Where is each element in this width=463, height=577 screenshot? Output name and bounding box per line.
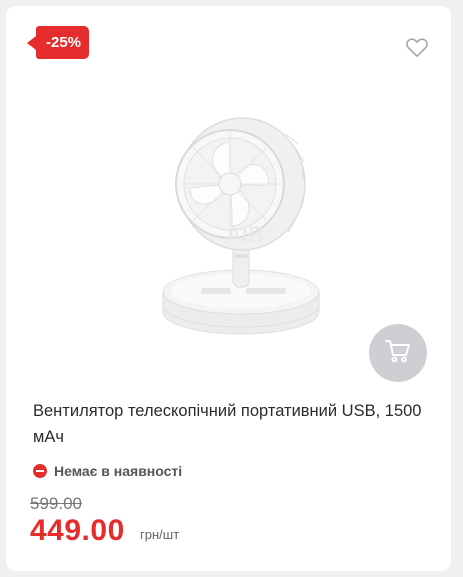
shopping-cart-icon — [384, 338, 412, 369]
minus-circle-icon — [33, 464, 47, 478]
current-price: 449.00 — [30, 514, 125, 547]
discount-badge: -25% — [26, 26, 90, 59]
wishlist-heart-icon[interactable] — [404, 34, 430, 60]
old-price: 599.00 — [30, 494, 82, 513]
stock-status: Немає в наявності — [33, 461, 182, 481]
stock-status-label: Немає в наявності — [54, 463, 183, 479]
price-unit: грн/шт — [140, 527, 180, 542]
add-to-cart-button[interactable] — [369, 324, 427, 382]
product-title-link[interactable]: Вентилятор телескопічний портативний USB… — [33, 398, 423, 450]
watermark-text: AIB — [226, 222, 264, 247]
product-card[interactable]: -25% AIB Вентилятор телескопічний портат… — [6, 6, 451, 571]
product-image[interactable]: AIB — [146, 114, 336, 344]
